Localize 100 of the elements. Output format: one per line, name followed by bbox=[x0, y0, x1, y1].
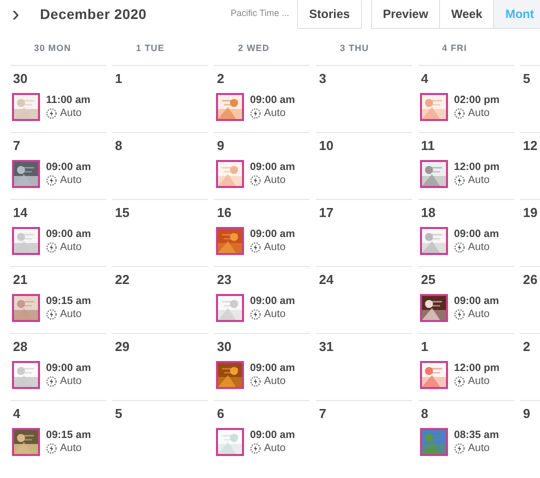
publish-mode: Auto bbox=[264, 308, 286, 321]
auto-publish-icon bbox=[454, 175, 465, 186]
day-number: 8 bbox=[114, 138, 122, 154]
publish-mode: Auto bbox=[264, 241, 286, 254]
publish-mode: Auto bbox=[60, 107, 82, 120]
auto-publish-icon bbox=[454, 242, 465, 253]
auto-publish-icon bbox=[46, 242, 57, 253]
day-number: 11 bbox=[420, 138, 435, 154]
auto-publish-icon bbox=[250, 443, 261, 454]
day-number: 22 bbox=[114, 272, 130, 288]
auto-publish-icon bbox=[454, 108, 465, 119]
day-number: 1 bbox=[420, 339, 428, 355]
publish-mode: Auto bbox=[468, 308, 490, 321]
post-time: 09:00 am bbox=[250, 161, 295, 174]
post-time: 11:00 am bbox=[46, 94, 90, 107]
auto-publish-icon bbox=[250, 108, 261, 119]
weekday-header: 2 WED bbox=[237, 42, 271, 55]
publish-mode: Auto bbox=[264, 107, 286, 120]
day-number: 16 bbox=[216, 205, 232, 221]
day-number: 7 bbox=[12, 138, 20, 154]
auto-publish-icon bbox=[46, 376, 57, 387]
auto-publish-icon bbox=[46, 108, 57, 119]
publish-mode: Auto bbox=[468, 442, 490, 455]
auto-publish-icon bbox=[46, 443, 57, 454]
weekday-header: 3 THU bbox=[339, 42, 370, 55]
auto-publish-icon bbox=[250, 309, 261, 320]
next-month-button[interactable]: › bbox=[12, 3, 34, 25]
day-number: 14 bbox=[12, 205, 28, 221]
day-number: 29 bbox=[114, 339, 130, 355]
publish-mode: Auto bbox=[468, 174, 490, 187]
day-number: 26 bbox=[522, 272, 538, 288]
publish-mode: Auto bbox=[468, 107, 490, 120]
post-time: 09:15 am bbox=[46, 429, 91, 442]
post-time: 09:15 am bbox=[46, 295, 91, 308]
day-number: 30 bbox=[12, 71, 28, 87]
day-number: 24 bbox=[318, 272, 334, 288]
day-number: 28 bbox=[12, 339, 28, 355]
post-time: 09:00 am bbox=[46, 362, 91, 375]
publish-mode: Auto bbox=[264, 174, 286, 187]
post-time: 12:00 pm bbox=[454, 362, 500, 375]
month-title: December 2020 bbox=[40, 4, 147, 24]
post-time: 09:00 am bbox=[250, 228, 295, 241]
day-number: 3 bbox=[318, 71, 326, 87]
auto-publish-icon bbox=[250, 376, 261, 387]
day-number: 1 bbox=[114, 71, 122, 87]
auto-publish-icon bbox=[250, 242, 261, 253]
day-number: 6 bbox=[216, 406, 224, 422]
auto-publish-icon bbox=[46, 309, 57, 320]
auto-publish-icon bbox=[454, 443, 465, 454]
day-number: 30 bbox=[216, 339, 232, 355]
day-number: 5 bbox=[114, 406, 122, 422]
post-time: 08:35 am bbox=[454, 429, 499, 442]
publish-mode: Auto bbox=[468, 375, 490, 388]
day-number: 19 bbox=[522, 205, 538, 221]
publish-mode: Auto bbox=[60, 375, 82, 388]
day-number: 2 bbox=[216, 71, 224, 87]
day-number: 23 bbox=[216, 272, 232, 288]
post-time: 12:00 pm bbox=[454, 161, 500, 174]
publish-mode: Auto bbox=[60, 308, 82, 321]
post-time: 09:00 am bbox=[250, 362, 295, 375]
post-time: 09:00 am bbox=[250, 295, 295, 308]
weekday-header: 1 TUE bbox=[135, 42, 166, 55]
publish-mode: Auto bbox=[264, 375, 286, 388]
publish-mode: Auto bbox=[264, 442, 286, 455]
post-time: 09:00 am bbox=[454, 295, 499, 308]
day-number: 5 bbox=[522, 71, 530, 87]
weekday-header: 30 MON bbox=[33, 42, 72, 55]
auto-publish-icon bbox=[454, 309, 465, 320]
day-number: 18 bbox=[420, 205, 436, 221]
day-number: 21 bbox=[12, 272, 28, 288]
day-number: 8 bbox=[420, 406, 428, 422]
post-time: 09:00 am bbox=[250, 94, 295, 107]
day-number: 7 bbox=[318, 406, 326, 422]
auto-publish-icon bbox=[46, 175, 57, 186]
day-number: 25 bbox=[420, 272, 436, 288]
timezone-selector[interactable]: Pacific Time ... bbox=[230, 7, 290, 21]
post-time: 09:00 am bbox=[454, 228, 499, 241]
post-time: 09:00 am bbox=[46, 161, 91, 174]
auto-publish-icon bbox=[454, 376, 465, 387]
publish-mode: Auto bbox=[60, 442, 82, 455]
day-number: 31 bbox=[318, 339, 334, 355]
day-number: 10 bbox=[318, 138, 334, 154]
day-number: 17 bbox=[318, 205, 334, 221]
weekday-header: 4 FRI bbox=[441, 42, 468, 55]
publish-mode: Auto bbox=[60, 241, 82, 254]
auto-publish-icon bbox=[250, 175, 261, 186]
day-number: 15 bbox=[114, 205, 130, 221]
day-number: 4 bbox=[12, 406, 20, 422]
publish-mode: Auto bbox=[60, 174, 82, 187]
day-number: 4 bbox=[420, 71, 428, 87]
day-number: 12 bbox=[522, 138, 538, 154]
day-number: 9 bbox=[522, 406, 530, 422]
post-time: 09:00 am bbox=[250, 429, 295, 442]
publish-mode: Auto bbox=[468, 241, 490, 254]
day-number: 2 bbox=[522, 339, 530, 355]
day-number: 9 bbox=[216, 138, 224, 154]
stories-button[interactable]: Stories bbox=[297, 0, 362, 29]
view-tab[interactable]: Preview bbox=[370, 0, 440, 29]
post-time: 02:00 pm bbox=[454, 94, 500, 107]
post-time: 09:00 am bbox=[46, 228, 91, 241]
